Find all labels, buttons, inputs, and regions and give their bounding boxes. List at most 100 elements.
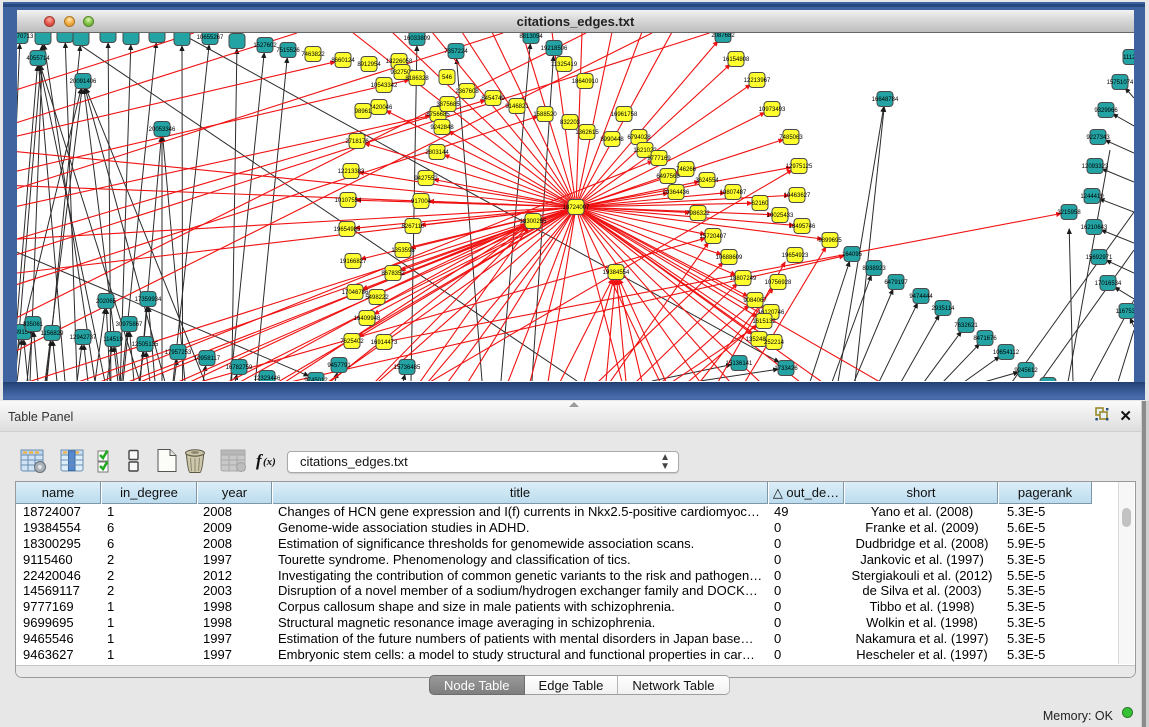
svg-text:9474444: 9474444 bbox=[909, 294, 933, 300]
svg-text:18300295: 18300295 bbox=[520, 219, 547, 225]
svg-text:546: 546 bbox=[442, 75, 453, 81]
svg-text:16782759: 16782759 bbox=[226, 365, 253, 371]
svg-text:3624554: 3624554 bbox=[695, 178, 719, 184]
svg-text:8990448: 8990448 bbox=[600, 137, 624, 143]
svg-text:10807487: 10807487 bbox=[720, 190, 747, 196]
svg-text:12942737: 12942737 bbox=[70, 335, 97, 341]
svg-text:17359934: 17359934 bbox=[135, 297, 162, 303]
svg-text:8813054: 8813054 bbox=[519, 34, 543, 40]
svg-text:17957253: 17957253 bbox=[165, 350, 192, 356]
svg-text:1353598: 1353598 bbox=[391, 248, 415, 254]
svg-text:12213967: 12213967 bbox=[744, 78, 771, 84]
svg-text:1588520: 1588520 bbox=[533, 112, 557, 118]
svg-text:4055714: 4055714 bbox=[26, 56, 50, 62]
svg-text:16033809: 16033809 bbox=[404, 36, 431, 42]
svg-text:8678352: 8678352 bbox=[381, 271, 405, 277]
svg-text:1156829: 1156829 bbox=[41, 331, 65, 337]
svg-text:10543342: 10543342 bbox=[371, 83, 398, 89]
svg-text:6497568: 6497568 bbox=[656, 174, 680, 180]
svg-text:7357224: 7357224 bbox=[444, 49, 468, 55]
svg-text:10655267: 10655267 bbox=[197, 35, 224, 41]
svg-text:10688609: 10688609 bbox=[716, 255, 743, 261]
svg-text:2367608: 2367608 bbox=[455, 89, 479, 95]
svg-text:10107554: 10107554 bbox=[335, 198, 362, 204]
svg-text:12975125: 12975125 bbox=[786, 164, 813, 170]
svg-text:114519: 114519 bbox=[103, 337, 123, 343]
svg-text:9245612: 9245612 bbox=[1014, 368, 1038, 374]
svg-text:8186328: 8186328 bbox=[405, 76, 429, 82]
svg-text:202065: 202065 bbox=[96, 299, 117, 305]
svg-text:9146821: 9146821 bbox=[505, 104, 529, 110]
svg-text:8938923: 8938923 bbox=[862, 266, 886, 272]
svg-text:12213383: 12213383 bbox=[338, 169, 365, 175]
svg-text:164095: 164095 bbox=[842, 252, 863, 258]
svg-text:20053346: 20053346 bbox=[149, 127, 176, 133]
svg-text:9899695: 9899695 bbox=[818, 238, 842, 244]
svg-text:1362615: 1362615 bbox=[575, 130, 599, 136]
svg-text:3875685: 3875685 bbox=[436, 102, 460, 108]
svg-text:16961758: 16961758 bbox=[611, 112, 638, 118]
svg-text:62160: 62160 bbox=[752, 201, 769, 207]
svg-text:19384554: 19384554 bbox=[603, 270, 630, 276]
svg-text:10756928: 10756928 bbox=[765, 280, 792, 286]
svg-text:917004: 917004 bbox=[411, 199, 432, 205]
svg-text:7485063: 7485063 bbox=[779, 135, 803, 141]
svg-text:746266: 746266 bbox=[676, 167, 697, 173]
svg-text:10654112: 10654112 bbox=[993, 350, 1020, 356]
svg-text:335061: 335061 bbox=[23, 322, 44, 328]
svg-text:8471676: 8471676 bbox=[973, 336, 997, 342]
svg-text:18807249: 18807249 bbox=[730, 276, 757, 282]
svg-text:6794028: 6794028 bbox=[627, 135, 651, 141]
svg-text:11325419: 11325419 bbox=[551, 62, 578, 68]
svg-text:(x): (x) bbox=[263, 456, 276, 468]
svg-text:16210643: 16210643 bbox=[1081, 225, 1108, 231]
svg-text:2718176: 2718176 bbox=[345, 139, 369, 145]
svg-text:19218506: 19218506 bbox=[541, 46, 568, 52]
svg-text:10025433: 10025433 bbox=[767, 213, 794, 219]
svg-text:9242848: 9242848 bbox=[430, 125, 454, 131]
svg-text:252214: 252214 bbox=[764, 340, 785, 346]
svg-text:7632621: 7632621 bbox=[954, 323, 978, 329]
svg-text:20091406: 20091406 bbox=[70, 79, 97, 85]
svg-text:15751074: 15751074 bbox=[1107, 80, 1134, 86]
svg-text:1615132: 1615132 bbox=[752, 319, 776, 325]
svg-text:19166827: 19166827 bbox=[340, 259, 367, 265]
svg-text:10463627: 10463627 bbox=[784, 193, 811, 199]
svg-text:9777169: 9777169 bbox=[647, 156, 671, 162]
svg-text:9227343: 9227343 bbox=[1086, 135, 1110, 141]
svg-text:9084067: 9084067 bbox=[743, 298, 767, 304]
svg-text:15692971: 15692971 bbox=[1086, 255, 1113, 261]
svg-text:1733426: 1733426 bbox=[774, 366, 798, 372]
svg-text:9745012: 9745012 bbox=[304, 378, 328, 381]
svg-text:3215958: 3215958 bbox=[1057, 210, 1081, 216]
svg-text:20070713: 20070713 bbox=[17, 34, 34, 40]
svg-text:12323446: 12323446 bbox=[254, 376, 281, 381]
svg-text:1167534: 1167534 bbox=[1116, 309, 1134, 315]
svg-text:15136141: 15136141 bbox=[726, 361, 753, 367]
svg-text:7625402: 7625402 bbox=[340, 339, 364, 345]
svg-text:10958117: 10958117 bbox=[194, 356, 221, 362]
svg-text:16648784: 16648784 bbox=[872, 97, 899, 103]
svg-text:1244419: 1244419 bbox=[1080, 194, 1104, 200]
svg-text:7986322: 7986322 bbox=[686, 211, 710, 217]
svg-text:9329966: 9329966 bbox=[1094, 108, 1118, 114]
svg-text:11122: 11122 bbox=[1123, 55, 1134, 61]
svg-text:19654923: 19654923 bbox=[782, 253, 809, 259]
svg-text:7463822: 7463822 bbox=[301, 52, 325, 58]
svg-text:8912954: 8912954 bbox=[357, 62, 381, 68]
svg-text:2803144: 2803144 bbox=[425, 150, 449, 156]
svg-text:12093323: 12093323 bbox=[1082, 164, 1109, 170]
svg-text:15720407: 15720407 bbox=[700, 234, 727, 240]
svg-text:9427552: 9427552 bbox=[414, 176, 438, 182]
svg-text:6479197: 6479197 bbox=[884, 280, 908, 286]
svg-text:9457791: 9457791 bbox=[327, 363, 351, 369]
svg-text:8660124: 8660124 bbox=[331, 58, 355, 64]
svg-text:16409948: 16409948 bbox=[354, 316, 381, 322]
svg-text:30975867: 30975867 bbox=[116, 322, 143, 328]
svg-text:2935114: 2935114 bbox=[932, 306, 956, 312]
svg-text:832203: 832203 bbox=[560, 120, 581, 126]
svg-text:98961: 98961 bbox=[355, 109, 372, 115]
svg-text:10973493: 10973493 bbox=[759, 107, 786, 113]
svg-text:7515526: 7515526 bbox=[276, 48, 300, 54]
svg-text:16154808: 16154808 bbox=[723, 57, 750, 63]
